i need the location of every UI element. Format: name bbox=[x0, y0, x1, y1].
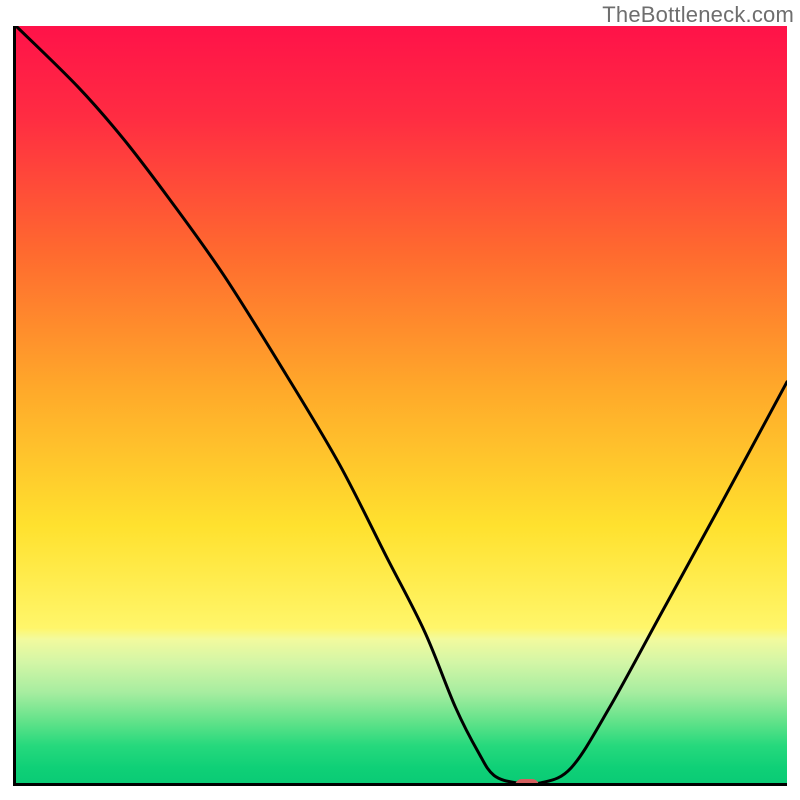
plot-area bbox=[13, 26, 787, 786]
watermark-text: TheBottleneck.com bbox=[602, 2, 794, 28]
curve-layer bbox=[16, 26, 787, 783]
chart-container: TheBottleneck.com bbox=[0, 0, 800, 800]
bottleneck-curve bbox=[16, 26, 787, 783]
optimal-point-marker bbox=[515, 779, 539, 786]
